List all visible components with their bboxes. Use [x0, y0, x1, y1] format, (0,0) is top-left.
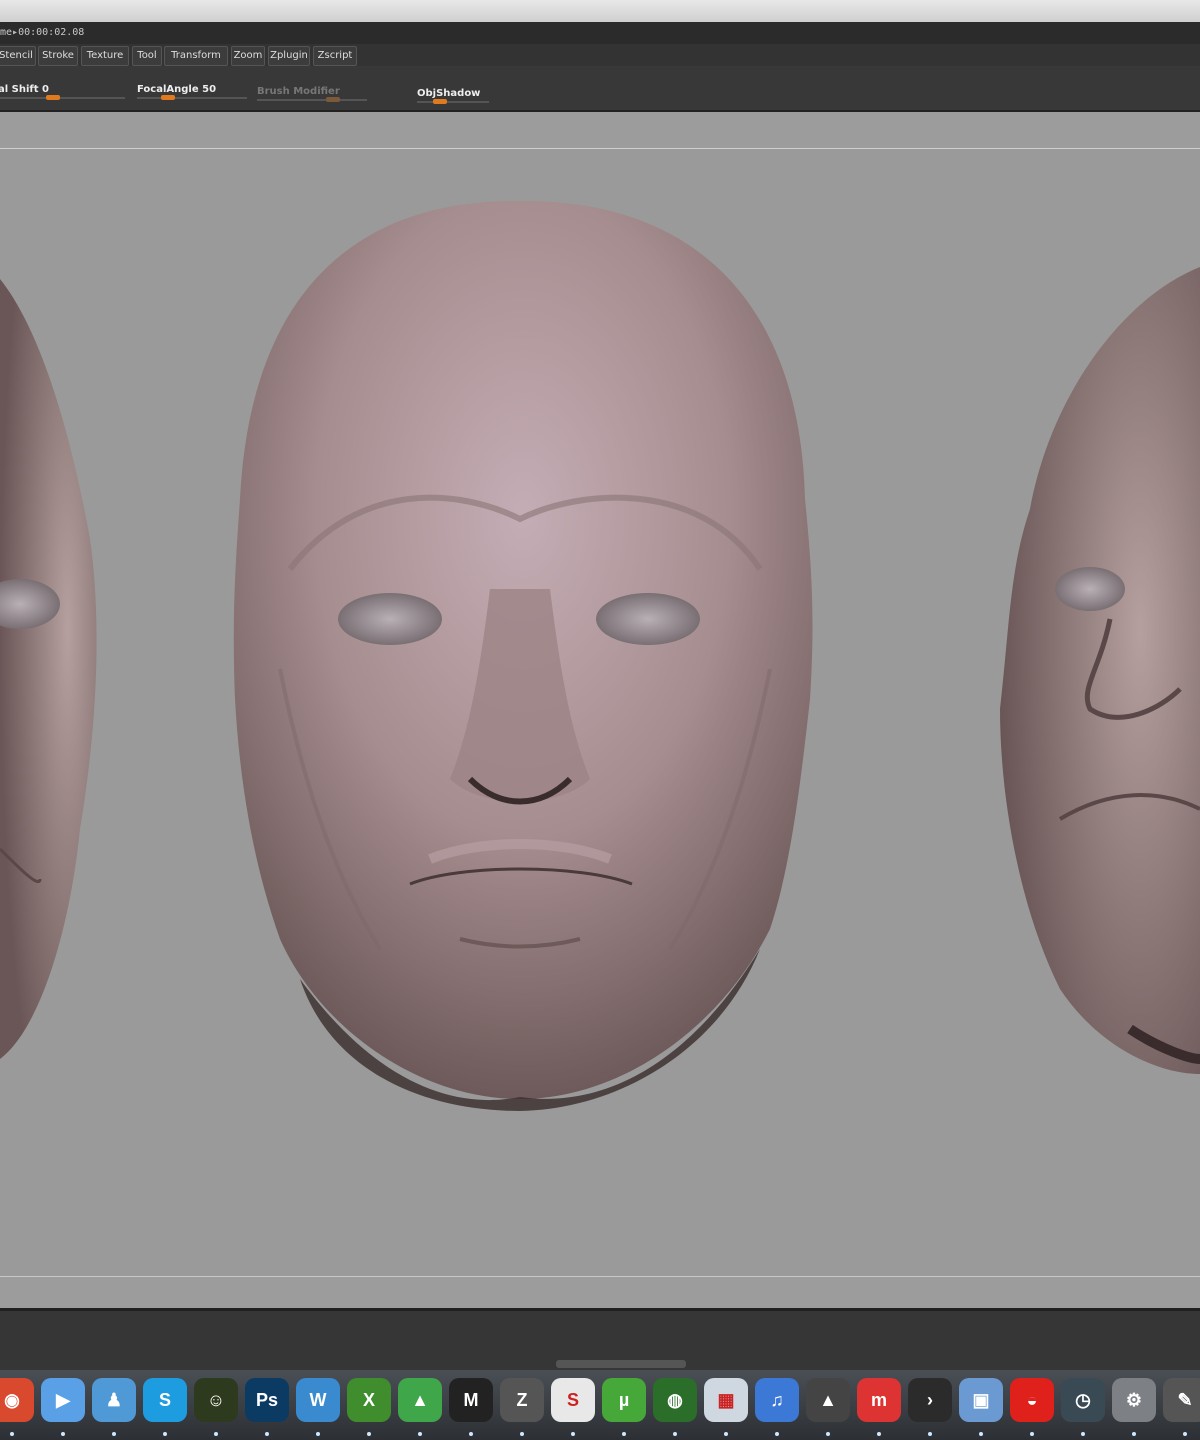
dock-running-indicator: [724, 1432, 728, 1436]
zbrush-icon[interactable]: Z: [500, 1378, 544, 1422]
left-eye: [338, 593, 442, 645]
dock-running-indicator: [214, 1432, 218, 1436]
canvas-border-top: [0, 112, 1200, 149]
right-head-view: [1000, 267, 1200, 1074]
timeline-readout: me▸00:00:02.08: [0, 27, 85, 38]
focal-shift-knob[interactable]: [46, 95, 60, 100]
right-head-eye: [1055, 567, 1125, 611]
chrome-icon[interactable]: ◉: [0, 1378, 34, 1422]
focal-angle-knob[interactable]: [161, 95, 175, 100]
pyramid-icon[interactable]: ▲: [398, 1378, 442, 1422]
dock-running-indicator: [520, 1432, 524, 1436]
dock-running-indicator: [61, 1432, 65, 1436]
menu-stencil[interactable]: Stencil: [0, 46, 36, 66]
dock-running-indicator: [622, 1432, 626, 1436]
dock-running-indicator: [826, 1432, 830, 1436]
menu-transform[interactable]: Transform: [164, 46, 228, 66]
document-canvas[interactable]: [0, 149, 1200, 1276]
messenger-icon[interactable]: ♟: [92, 1378, 136, 1422]
dock-running-indicator: [316, 1432, 320, 1436]
dock-running-indicator: [1030, 1432, 1034, 1436]
timeline-time[interactable]: 00:00:02.08: [18, 27, 84, 38]
menu-zoom[interactable]: Zoom: [231, 46, 265, 66]
objshadow-knob[interactable]: [433, 99, 447, 104]
focal-angle-track[interactable]: [137, 97, 247, 99]
timeline-label: me: [0, 27, 13, 38]
utorrent-icon[interactable]: µ: [602, 1378, 646, 1422]
globe-icon[interactable]: ◍: [653, 1378, 697, 1422]
palette-menu-bar: Stencil Stroke Texture Tool Transform Zo…: [0, 44, 1200, 66]
preview-icon[interactable]: ▣: [959, 1378, 1003, 1422]
dock-running-indicator: [571, 1432, 575, 1436]
vodafone-icon[interactable]: ◒: [1010, 1378, 1054, 1422]
brush-modifier-label: Brush Modifier: [257, 86, 340, 97]
dock-running-indicator: [775, 1432, 779, 1436]
dock-running-indicator: [928, 1432, 932, 1436]
menu-stroke[interactable]: Stroke: [38, 46, 78, 66]
dock-running-indicator: [367, 1432, 371, 1436]
dock-running-indicator: [673, 1432, 677, 1436]
right-eye: [596, 593, 700, 645]
menu-zscript[interactable]: Zscript: [313, 46, 357, 66]
slider-bar: al Shift 0 FocalAngle 50 Brush Modifier …: [0, 66, 1200, 112]
dock-running-indicator: [112, 1432, 116, 1436]
dock-running-indicator: [469, 1432, 473, 1436]
dock-running-indicator: [1183, 1432, 1187, 1436]
dock-running-indicator: [163, 1432, 167, 1436]
family-icon[interactable]: ☺: [194, 1378, 238, 1422]
focal-shift-track[interactable]: [0, 97, 125, 99]
vlc-icon[interactable]: ▲: [806, 1378, 850, 1422]
dock-running-indicator: [265, 1432, 269, 1436]
left-head-view: [0, 279, 97, 1059]
menu-zplugin[interactable]: Zplugin: [268, 46, 310, 66]
focal-angle-label: FocalAngle 50: [137, 84, 217, 95]
sculpt-viewport[interactable]: [0, 149, 1200, 1276]
monitor-icon[interactable]: ▦: [704, 1378, 748, 1422]
system-title-bar: [0, 0, 1200, 23]
brush-modifier-track: [257, 99, 367, 101]
excel-icon[interactable]: X: [347, 1378, 391, 1422]
menu-texture[interactable]: Texture: [81, 46, 129, 66]
dock-running-indicator: [10, 1432, 14, 1436]
timeline-bar: me▸00:00:02.08: [0, 22, 1200, 44]
menu-tool[interactable]: Tool: [132, 46, 162, 66]
objshadow-track[interactable]: [417, 101, 489, 103]
facetime-icon[interactable]: ▶: [41, 1378, 85, 1422]
center-head-view: [233, 200, 813, 1111]
brush-modifier-knob: [326, 97, 340, 102]
word-icon[interactable]: W: [296, 1378, 340, 1422]
tray-handle[interactable]: [556, 1360, 686, 1368]
dock-running-indicator: [1132, 1432, 1136, 1436]
dock-running-indicator: [979, 1432, 983, 1436]
skype-icon[interactable]: S: [143, 1378, 187, 1422]
sbp-icon[interactable]: S: [551, 1378, 595, 1422]
dock-running-indicator: [418, 1432, 422, 1436]
miro-icon[interactable]: m: [857, 1378, 901, 1422]
timemachine-icon[interactable]: ◷: [1061, 1378, 1105, 1422]
system-prefs-icon[interactable]: ⚙: [1112, 1378, 1156, 1422]
microphone-icon[interactable]: ✎: [1163, 1378, 1200, 1422]
objshadow-label: ObjShadow: [417, 88, 481, 99]
dock-running-indicator: [1081, 1432, 1085, 1436]
canvas-border-bottom: [0, 1276, 1200, 1309]
photoshop-icon[interactable]: Ps: [245, 1378, 289, 1422]
dock-running-indicator: [877, 1432, 881, 1436]
focal-shift-label: al Shift 0: [0, 84, 49, 95]
plex-icon[interactable]: ›: [908, 1378, 952, 1422]
itunes-icon[interactable]: ♫: [755, 1378, 799, 1422]
maya-icon[interactable]: M: [449, 1378, 493, 1422]
